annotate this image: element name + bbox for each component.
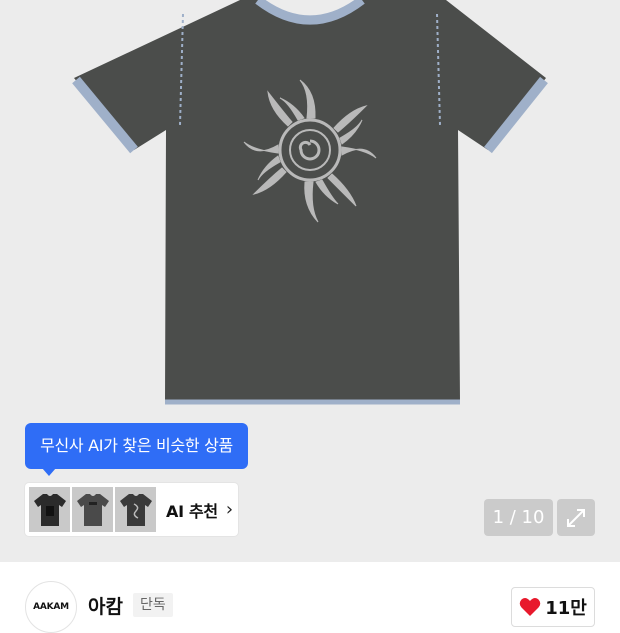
brand-logo[interactable]: AAKAM: [25, 581, 77, 633]
tshirt-thumbnail-icon: [76, 493, 109, 526]
chevron-right-icon: ›: [225, 499, 234, 520]
brand-name[interactable]: 아캄: [88, 592, 123, 619]
tshirt-thumbnail-icon: [119, 493, 152, 526]
recommended-thumbnail-2[interactable]: [72, 487, 113, 532]
expand-icon: [567, 508, 585, 527]
ai-recommendation-button[interactable]: AI 추천 ›: [25, 483, 238, 536]
product-image[interactable]: [0, 0, 620, 562]
product-image-gallery[interactable]: [0, 0, 620, 562]
tshirt-thumbnail-icon: [33, 493, 66, 526]
ai-recommendation-tooltip: 무신사 AI가 찾은 비슷한 상품: [25, 423, 248, 476]
exclusive-badge: 단독: [133, 593, 173, 617]
ai-recommendation-label: AI 추천: [166, 501, 218, 521]
expand-image-button[interactable]: [557, 499, 595, 536]
recommended-thumbnail-1[interactable]: [29, 487, 70, 532]
recommended-thumbnail-3[interactable]: [115, 487, 156, 532]
heart-icon: [519, 598, 541, 616]
like-count: 11만: [545, 598, 587, 619]
like-button[interactable]: 11만: [511, 587, 595, 627]
image-page-counter: 1 / 10: [484, 499, 553, 536]
